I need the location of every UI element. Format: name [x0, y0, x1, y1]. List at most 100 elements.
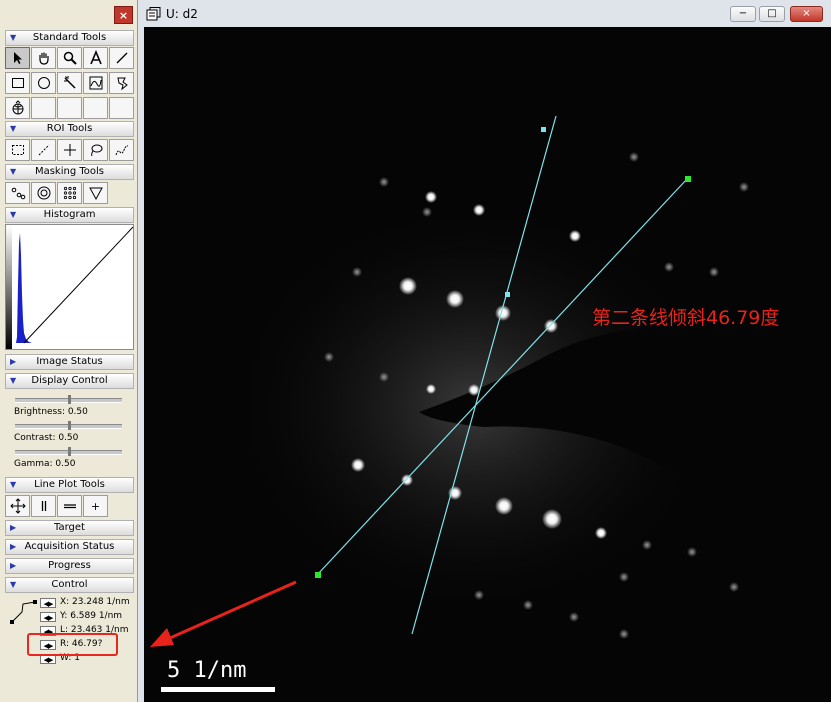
line-icon — [116, 52, 127, 64]
maximize-button[interactable]: □ — [759, 6, 785, 22]
line-roi-icon — [10, 600, 37, 624]
histogram-graph — [6, 225, 134, 349]
minimize-button[interactable]: − — [730, 6, 756, 22]
annotation-tool-button[interactable] — [109, 72, 134, 94]
line-midpoint-handle — [505, 292, 510, 297]
tool-panel: × ▼ Standard Tools ▼ ROI Tools ▼ Masking… — [0, 0, 138, 702]
scale-bar — [161, 687, 275, 692]
slider-thumb[interactable] — [68, 421, 71, 430]
empty-tool-slot — [57, 97, 82, 119]
histogram-bars — [14, 233, 32, 343]
horizontal-bars-button[interactable] — [57, 495, 82, 517]
diffraction-image[interactable]: 5 1/nm 第二条线倾斜46.79度 — [144, 27, 831, 702]
gamma-slider[interactable] — [15, 447, 122, 456]
pointer-tool-button[interactable] — [5, 47, 30, 69]
collapse-triangle-icon: ▼ — [10, 376, 17, 385]
section-line-plot-tools-label: Line Plot Tools — [34, 479, 105, 490]
section-masking-tools-label: Masking Tools — [34, 166, 105, 177]
globe-stack-icon — [12, 100, 23, 115]
section-image-status[interactable]: ▶ Image Status — [5, 354, 134, 370]
close-window-button[interactable]: × — [790, 6, 823, 22]
roi-lasso-button[interactable] — [83, 139, 108, 161]
collapse-triangle-icon: ▼ — [10, 124, 17, 133]
mask-array-button[interactable] — [57, 182, 82, 204]
image-window-icon — [146, 7, 161, 21]
window-titlebar[interactable]: U: d2 − □ × — [138, 0, 831, 27]
horizontal-bars-icon — [63, 504, 76, 509]
freehand-icon — [115, 145, 128, 156]
section-display-control[interactable]: ▼ Display Control — [5, 373, 134, 389]
wedge-icon — [88, 187, 103, 201]
window-title: U: d2 — [166, 7, 198, 21]
section-histogram[interactable]: ▼ Histogram — [5, 207, 134, 223]
collapse-triangle-icon: ▼ — [10, 33, 17, 42]
magnifier-icon — [63, 51, 77, 65]
vertical-bars-button[interactable] — [31, 495, 56, 517]
text-a-icon — [89, 50, 102, 65]
section-acquisition-status-label: Acquisition Status — [24, 541, 115, 552]
section-masking-tools[interactable]: ▼ Masking Tools — [5, 164, 134, 180]
mask-points-button[interactable] — [5, 182, 30, 204]
section-progress[interactable]: ▶ Progress — [5, 558, 134, 574]
zoom-tool-button[interactable] — [57, 47, 82, 69]
panel-close-button[interactable]: × — [114, 6, 133, 24]
diffraction-pattern — [214, 115, 831, 639]
section-acquisition-status[interactable]: ▶ Acquisition Status — [5, 539, 134, 555]
x-stepper[interactable]: ◀▶ — [40, 598, 56, 608]
dot-grid-icon — [63, 186, 76, 200]
contrast-slider[interactable] — [15, 421, 122, 430]
profile-tool-button[interactable] — [83, 72, 108, 94]
control-x-value: X: 23.248 1/nm — [60, 597, 130, 607]
add-marker-button[interactable]: + — [83, 495, 108, 517]
wand-tool-button[interactable] — [57, 72, 82, 94]
line-tool-button[interactable] — [109, 47, 134, 69]
angle-annotation: 第二条线倾斜46.79度 — [592, 307, 780, 329]
rectangle-tool-button[interactable] — [5, 72, 30, 94]
section-roi-tools-label: ROI Tools — [46, 123, 93, 134]
stack-tool-button[interactable] — [5, 97, 30, 119]
brightness-slider[interactable] — [15, 395, 122, 404]
points-icon — [11, 187, 25, 200]
section-image-status-label: Image Status — [36, 356, 103, 367]
move-plot-button[interactable] — [5, 495, 30, 517]
histogram-plot[interactable] — [5, 224, 134, 350]
pen-icon — [116, 77, 128, 91]
slider-thumb[interactable] — [68, 447, 71, 456]
lasso-icon — [90, 144, 102, 157]
text-tool-button[interactable] — [83, 47, 108, 69]
oval-tool-button[interactable] — [31, 72, 56, 94]
mask-ring-button[interactable] — [31, 182, 56, 204]
section-histogram-label: Histogram — [43, 209, 96, 220]
collapse-triangle-icon: ▼ — [10, 480, 17, 489]
vertical-bars-icon — [41, 501, 46, 511]
section-line-plot-tools[interactable]: ▼ Line Plot Tools — [5, 477, 134, 493]
roi-point-button[interactable] — [57, 139, 82, 161]
gamma-label: Gamma: 0.50 — [14, 459, 76, 469]
y-stepper[interactable]: ◀▶ — [40, 612, 56, 622]
dashed-rect-icon — [11, 145, 24, 155]
line-endpoint-handle — [315, 572, 321, 578]
section-control[interactable]: ▼ Control — [5, 577, 134, 593]
magic-wand-icon — [63, 76, 76, 89]
section-roi-tools[interactable]: ▼ ROI Tools — [5, 121, 134, 137]
roi-freehand-button[interactable] — [109, 139, 134, 161]
crosshair-icon — [63, 144, 76, 156]
section-standard-tools-label: Standard Tools — [32, 32, 107, 43]
expand-triangle-icon: ▶ — [10, 523, 17, 532]
collapse-triangle-icon: ▼ — [10, 210, 17, 219]
section-target-label: Target — [54, 522, 85, 533]
mask-wedge-button[interactable] — [83, 182, 108, 204]
section-control-label: Control — [51, 579, 88, 590]
scale-bar-label: 5 1/nm — [167, 658, 247, 683]
line-endpoint-handle — [541, 127, 546, 132]
contrast-label: Contrast: 0.50 — [14, 433, 79, 443]
display-curve — [23, 226, 134, 344]
section-standard-tools[interactable]: ▼ Standard Tools — [5, 30, 134, 46]
hand-icon — [38, 52, 49, 65]
section-target[interactable]: ▶ Target — [5, 520, 134, 536]
section-display-control-label: Display Control — [31, 375, 108, 386]
hand-tool-button[interactable] — [31, 47, 56, 69]
roi-rect-button[interactable] — [5, 139, 30, 161]
slider-thumb[interactable] — [68, 395, 71, 404]
roi-line-button[interactable] — [31, 139, 56, 161]
